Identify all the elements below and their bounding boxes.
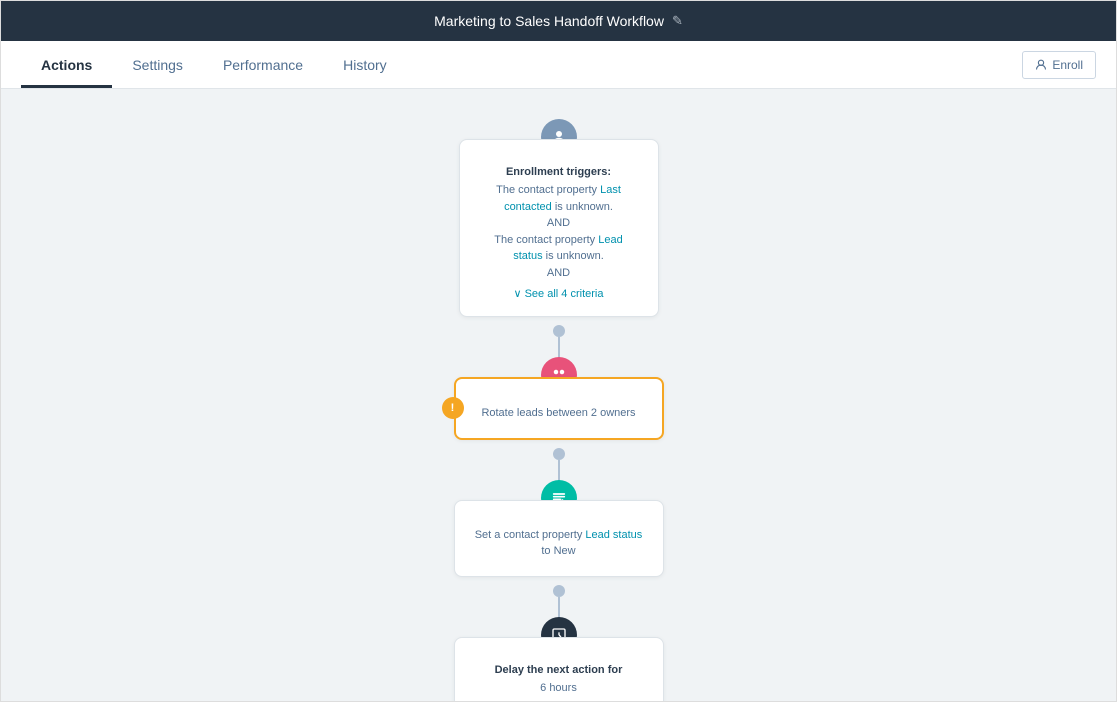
- trigger-content: Enrollment triggers: The contact propert…: [480, 156, 638, 300]
- workflow-nodes: Enrollment triggers: The contact propert…: [209, 89, 909, 702]
- tab-actions[interactable]: Actions: [21, 43, 112, 87]
- edit-title-icon[interactable]: ✎: [672, 13, 683, 29]
- delay-content: Delay the next action for 6 hours 0 cont…: [475, 654, 643, 702]
- delay-card[interactable]: Delay the next action for 6 hours 0 cont…: [454, 637, 664, 702]
- delay-node-wrapper: Delay the next action for 6 hours 0 cont…: [454, 637, 664, 702]
- rotate-card[interactable]: ! Rotate leads between 2 owners: [454, 377, 664, 440]
- set-property-content: Set a contact property Lead status to Ne…: [475, 517, 643, 560]
- see-all-link[interactable]: ∨ See all 4 criteria: [480, 287, 638, 300]
- rotate-content: Rotate leads between 2 owners: [476, 395, 642, 422]
- trigger-node-wrapper: Enrollment triggers: The contact propert…: [459, 139, 659, 317]
- trigger-and2: AND: [480, 265, 638, 282]
- nav-tabs: Actions Settings Performance History Enr…: [1, 41, 1116, 89]
- connector-dot-3: [553, 585, 565, 597]
- trigger-line2: The contact property Lead status is unkn…: [480, 232, 638, 265]
- trigger-card[interactable]: Enrollment triggers: The contact propert…: [459, 139, 659, 317]
- enroll-icon: [1035, 59, 1047, 71]
- app-wrapper: Marketing to Sales Handoff Workflow ✎ Ac…: [0, 0, 1117, 702]
- warning-badge: !: [442, 397, 464, 419]
- workflow-title: Marketing to Sales Handoff Workflow: [434, 13, 664, 29]
- tab-settings[interactable]: Settings: [112, 43, 203, 87]
- trigger-and1: AND: [480, 215, 638, 232]
- connector-dot-2: [553, 448, 565, 460]
- header-bar: Marketing to Sales Handoff Workflow ✎: [1, 1, 1116, 41]
- set-property-wrapper: Set a contact property Lead status to Ne…: [454, 500, 664, 577]
- trigger-line1: The contact property Last contacted is u…: [480, 182, 638, 215]
- tab-performance[interactable]: Performance: [203, 43, 323, 87]
- workflow-canvas: Enrollment triggers: The contact propert…: [1, 89, 1116, 702]
- set-property-card[interactable]: Set a contact property Lead status to Ne…: [454, 500, 664, 577]
- delay-title: Delay the next action for: [475, 664, 643, 676]
- tab-history[interactable]: History: [323, 43, 407, 87]
- connector-dot-1: [553, 325, 565, 337]
- set-property-text: Set a contact property Lead status to Ne…: [475, 527, 643, 560]
- rotate-node-wrapper: ! Rotate leads between 2 owners: [454, 377, 664, 440]
- trigger-title: Enrollment triggers:: [480, 166, 638, 178]
- rotate-label: Rotate leads between 2 owners: [476, 405, 642, 422]
- enroll-button[interactable]: Enroll: [1022, 51, 1096, 79]
- delay-duration: 6 hours: [475, 680, 643, 697]
- set-property-link[interactable]: Lead status: [585, 529, 642, 541]
